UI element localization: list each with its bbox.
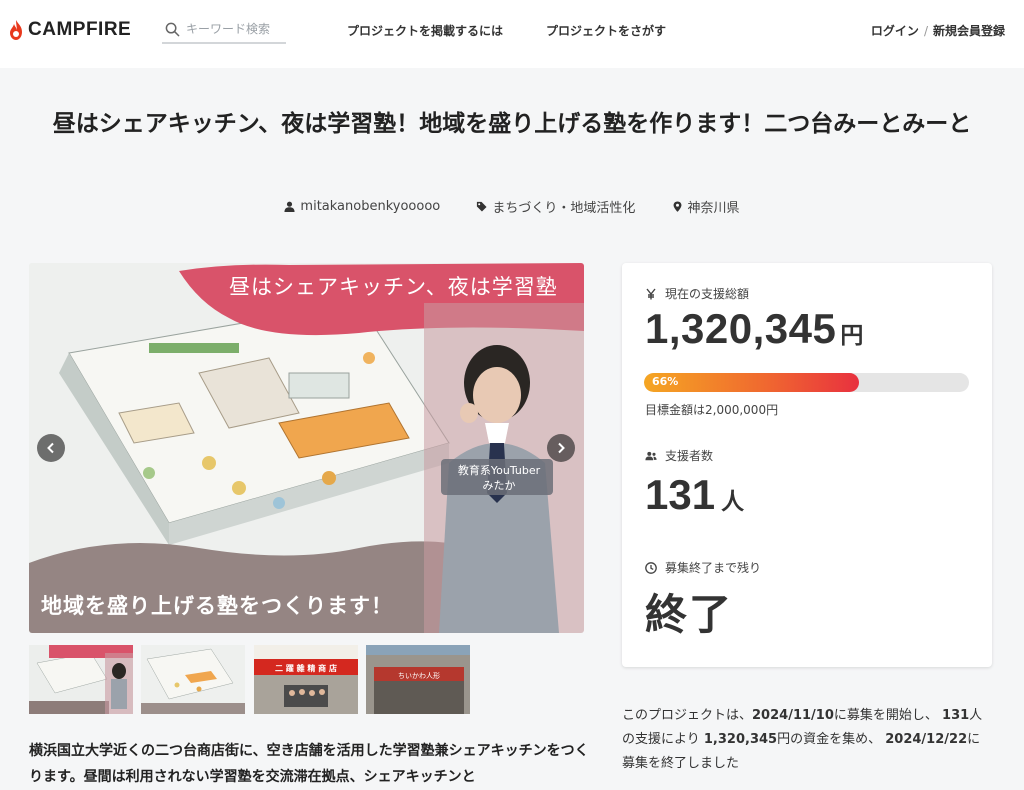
summary-amount: 1,320,345	[703, 732, 778, 747]
funding-stats-card: 現在の支援総額 1,320,345 円 66% 目標金額は2,000,000円 支…	[622, 263, 992, 667]
project-summary: このプロジェクトは、2024/11/10に募集を開始し、 131人の支援により …	[622, 704, 992, 776]
search-icon	[165, 22, 180, 36]
summary-end-date: 2024/12/22	[885, 732, 968, 747]
site-header: CAMPFIRE プロジェクトを掲載するには プロジェクトをさがす ログイン / 新…	[0, 0, 1024, 68]
thumbnail-4-shop-sign: ちいかわ人形	[398, 672, 440, 680]
thumbnail-3[interactable]: 二 躍 雜 精 商 店	[254, 645, 358, 714]
funding-progress-percent: 66%	[652, 375, 679, 388]
carousel-next-button[interactable]	[547, 434, 575, 462]
thumbnail-2-image	[141, 645, 245, 714]
project-title: 昼はシェアキッチン、夜は学習塾！地域を盛り上げる塾を作ります！二つ台みーとみーと	[52, 111, 972, 137]
owner-name: mitakanobenkyooooo	[300, 199, 441, 214]
campfire-flame-icon	[10, 20, 22, 40]
auth-links: ログイン / 新規会員登録	[871, 22, 1005, 39]
summary-text-4: 円の資金を集め、	[777, 732, 882, 747]
amount-label-text: 現在の支援総額	[665, 287, 750, 301]
search-input[interactable]	[186, 22, 286, 36]
login-link[interactable]: ログイン	[871, 24, 919, 38]
funding-progress-bar: 66%	[644, 373, 969, 392]
total-amount-value: 1,320,345	[645, 305, 837, 352]
carousel-prev-button[interactable]	[37, 434, 65, 462]
thumbnail-1-image	[29, 645, 133, 714]
campfire-logo[interactable]: CAMPFIRE	[8, 19, 131, 41]
backers-label-text: 支援者数	[665, 449, 714, 463]
users-icon	[645, 451, 657, 460]
remaining-status: 終了	[645, 590, 734, 639]
goal-amount: 目標金額は2,000,000円	[645, 403, 779, 417]
remaining-label-text: 募集終了まで残り	[665, 561, 762, 575]
project-illustration	[29, 263, 584, 633]
nav-post-project[interactable]: プロジェクトを掲載するには	[347, 22, 503, 39]
banner-bottom-text: 地域を盛り上げる塾をつくります！	[41, 594, 393, 618]
user-icon	[284, 201, 295, 212]
owner-link[interactable]: mitakanobenkyooooo	[284, 199, 440, 214]
person-label: 教育系YouTuber みたか	[445, 463, 553, 493]
thumbnail-3-image: 二 躍 雜 精 商 店	[254, 645, 358, 714]
person-label-line-2: みたか	[482, 479, 516, 492]
backers-count-unit: 人	[721, 488, 745, 514]
remaining-label: 募集終了まで残り	[645, 559, 761, 576]
summary-backers: 131	[942, 708, 970, 723]
location-name: 神奈川県	[687, 201, 740, 216]
total-amount-unit: 円	[840, 322, 864, 348]
category-name: まちづくり・地域活性化	[492, 201, 636, 216]
main-project-image: 昼はシェアキッチン、夜は学習塾 地域を盛り上げる塾をつくります！ 教育系YouT…	[29, 263, 584, 633]
nav-find-project[interactable]: プロジェクトをさがす	[546, 22, 666, 39]
total-amount: 1,320,345 円	[645, 305, 864, 353]
amount-label: 現在の支援総額	[645, 285, 749, 302]
clock-icon	[645, 561, 657, 574]
tag-icon	[477, 201, 487, 212]
chevron-right-icon	[558, 442, 565, 454]
banner-top-text: 昼はシェアキッチン、夜は学習塾	[229, 275, 558, 299]
chevron-left-icon	[47, 442, 54, 454]
project-description: 横浜国立大学近くの二つ台商店街に、空き店舗を活用した学習塾兼シェアキッチンをつく…	[29, 743, 589, 785]
summary-start-date: 2024/11/10	[752, 708, 834, 723]
search-box[interactable]	[162, 16, 286, 44]
yen-icon	[646, 288, 656, 299]
backers-count: 131 人	[645, 471, 744, 519]
project-meta: mitakanobenkyooooo まちづくり・地域活性化 神奈川県	[0, 197, 1024, 216]
auth-separator: /	[923, 24, 928, 38]
register-link[interactable]: 新規会員登録	[933, 24, 1005, 38]
thumbnail-2[interactable]	[141, 645, 245, 714]
backers-count-value: 131	[645, 471, 716, 518]
summary-text-2: に募集を開始し、	[833, 708, 938, 723]
thumbnail-4-image: ちいかわ人形	[366, 645, 470, 714]
location-link[interactable]: 神奈川県	[672, 197, 740, 216]
map-pin-icon	[673, 201, 681, 212]
logo-wordmark: CAMPFIRE	[28, 19, 132, 40]
person-label-line-1: 教育系YouTuber	[457, 464, 541, 477]
thumbnail-1[interactable]	[29, 645, 133, 714]
category-link[interactable]: まちづくり・地域活性化	[476, 197, 635, 216]
thumbnail-4[interactable]: ちいかわ人形	[366, 645, 470, 714]
backers-label: 支援者数	[645, 447, 713, 464]
thumbnail-3-shop-sign: 二 躍 雜 精 商 店	[275, 663, 337, 673]
summary-text-1: このプロジェクトは、	[622, 708, 753, 723]
